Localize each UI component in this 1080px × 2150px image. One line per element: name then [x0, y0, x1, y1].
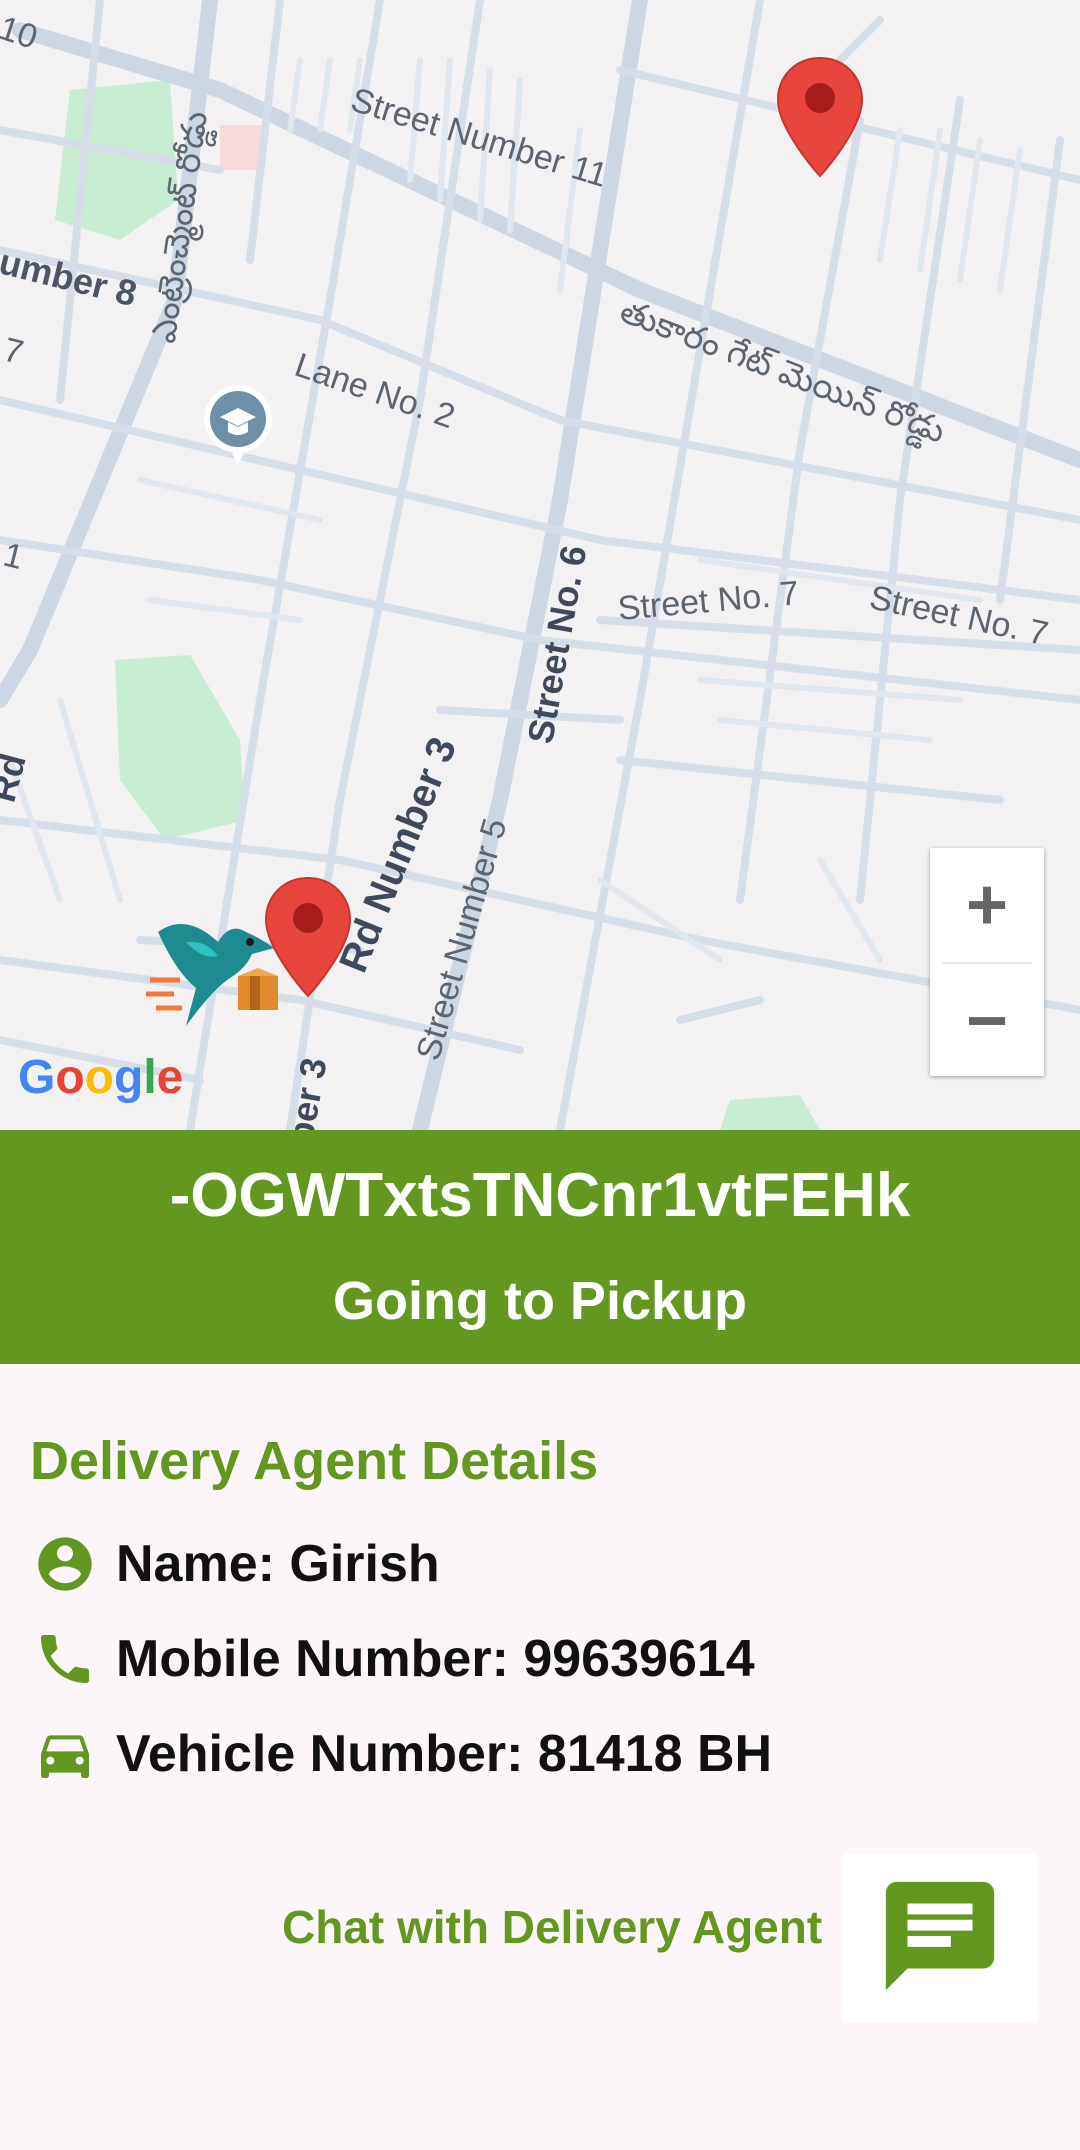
order-id: -OGWTxtsTNCnr1vtFEHk [169, 1161, 911, 1230]
chat-icon [875, 1871, 1005, 2006]
agent-details-section: Delivery Agent Details Name: Girish Mobi… [30, 1430, 772, 1801]
agent-mobile: Mobile Number: 99639614 [116, 1629, 755, 1688]
agent-mobile-row: Mobile Number: 99639614 [30, 1611, 772, 1706]
agent-details-title: Delivery Agent Details [30, 1431, 599, 1491]
chat-button[interactable] [842, 1853, 1038, 2023]
agent-vehicle-row: Vehicle Number: 81418 BH [30, 1706, 772, 1801]
map-view[interactable]: 10 Street Number 11 umber 8 ఎంట్రెంచ్మెం… [0, 0, 1080, 1130]
zoom-in-button[interactable]: + [930, 848, 1044, 962]
order-status: Going to Pickup [333, 1271, 747, 1331]
google-logo: Google [18, 1051, 184, 1104]
chat-with-agent-link[interactable]: Chat with Delivery Agent [282, 1900, 822, 1954]
school-marker-icon[interactable] [202, 383, 274, 472]
destination-pin-icon[interactable] [776, 56, 864, 183]
car-icon [30, 1719, 100, 1789]
phone-icon [30, 1624, 100, 1694]
zoom-out-button[interactable]: − [930, 964, 1044, 1078]
agent-name: Name: Girish [116, 1534, 440, 1593]
zoom-controls: + − [930, 848, 1044, 1076]
order-status-header: -OGWTxtsTNCnr1vtFEHk Going to Pickup [0, 1130, 1080, 1364]
agent-vehicle: Vehicle Number: 81418 BH [116, 1724, 773, 1783]
agent-name-row: Name: Girish [30, 1516, 772, 1611]
delivery-agent-marker-icon[interactable] [146, 902, 282, 1057]
person-icon [30, 1529, 100, 1599]
